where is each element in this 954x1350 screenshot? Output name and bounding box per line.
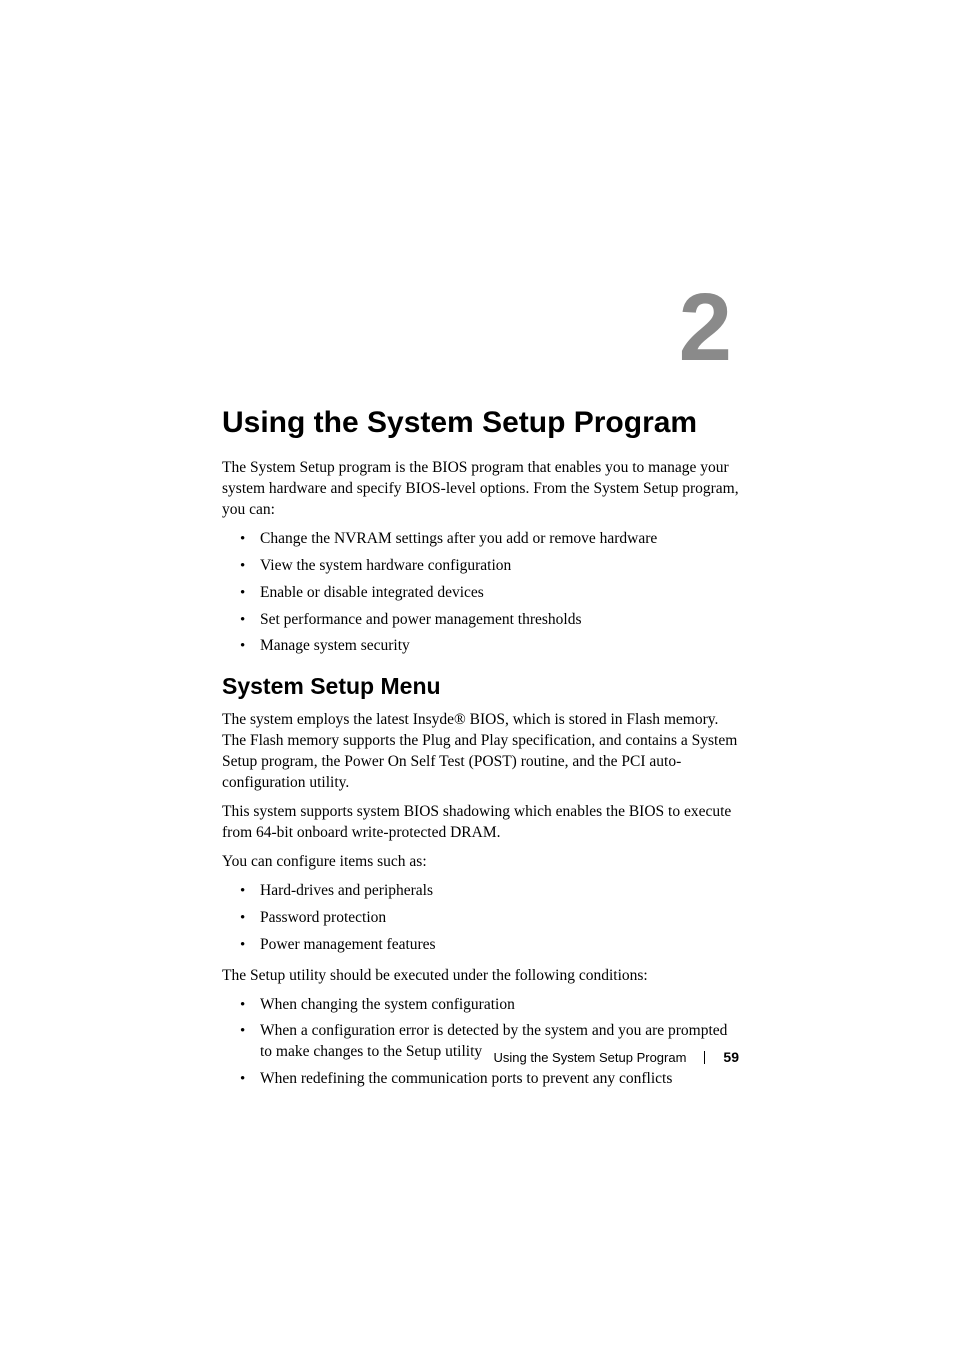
section-paragraph: The Setup utility should be executed und… [222, 966, 742, 987]
list-item: Enable or disable integrated devices [240, 583, 742, 604]
list-item: Change the NVRAM settings after you add … [240, 529, 742, 550]
footer-separator [704, 1051, 705, 1064]
section-paragraph: The system employs the latest Insyde® BI… [222, 710, 742, 794]
section-paragraph: You can configure items such as: [222, 852, 742, 873]
list-item: Password protection [240, 908, 742, 929]
list-item: Power management features [240, 935, 742, 956]
chapter-title: Using the System Setup Program [222, 406, 742, 440]
conditions-bullet-list: When changing the system configuration W… [240, 995, 742, 1091]
page-content: 2 Using the System Setup Program The Sys… [222, 280, 742, 1100]
intro-paragraph: The System Setup program is the BIOS pro… [222, 458, 742, 521]
footer-label: Using the System Setup Program [494, 1050, 687, 1065]
list-item: Set performance and power management thr… [240, 610, 742, 631]
chapter-number: 2 [222, 280, 742, 376]
list-item: Manage system security [240, 636, 742, 657]
list-item: Hard-drives and peripherals [240, 881, 742, 902]
list-item: When redefining the communication ports … [240, 1069, 742, 1090]
section-title: System Setup Menu [222, 673, 742, 700]
list-item: View the system hardware configuration [240, 556, 742, 577]
list-item: When changing the system configuration [240, 995, 742, 1016]
page-footer: Using the System Setup Program 59 [494, 1049, 740, 1065]
page-number: 59 [723, 1049, 739, 1065]
config-bullet-list: Hard-drives and peripherals Password pro… [240, 881, 742, 956]
section-paragraph: This system supports system BIOS shadowi… [222, 802, 742, 844]
intro-bullet-list: Change the NVRAM settings after you add … [240, 529, 742, 658]
